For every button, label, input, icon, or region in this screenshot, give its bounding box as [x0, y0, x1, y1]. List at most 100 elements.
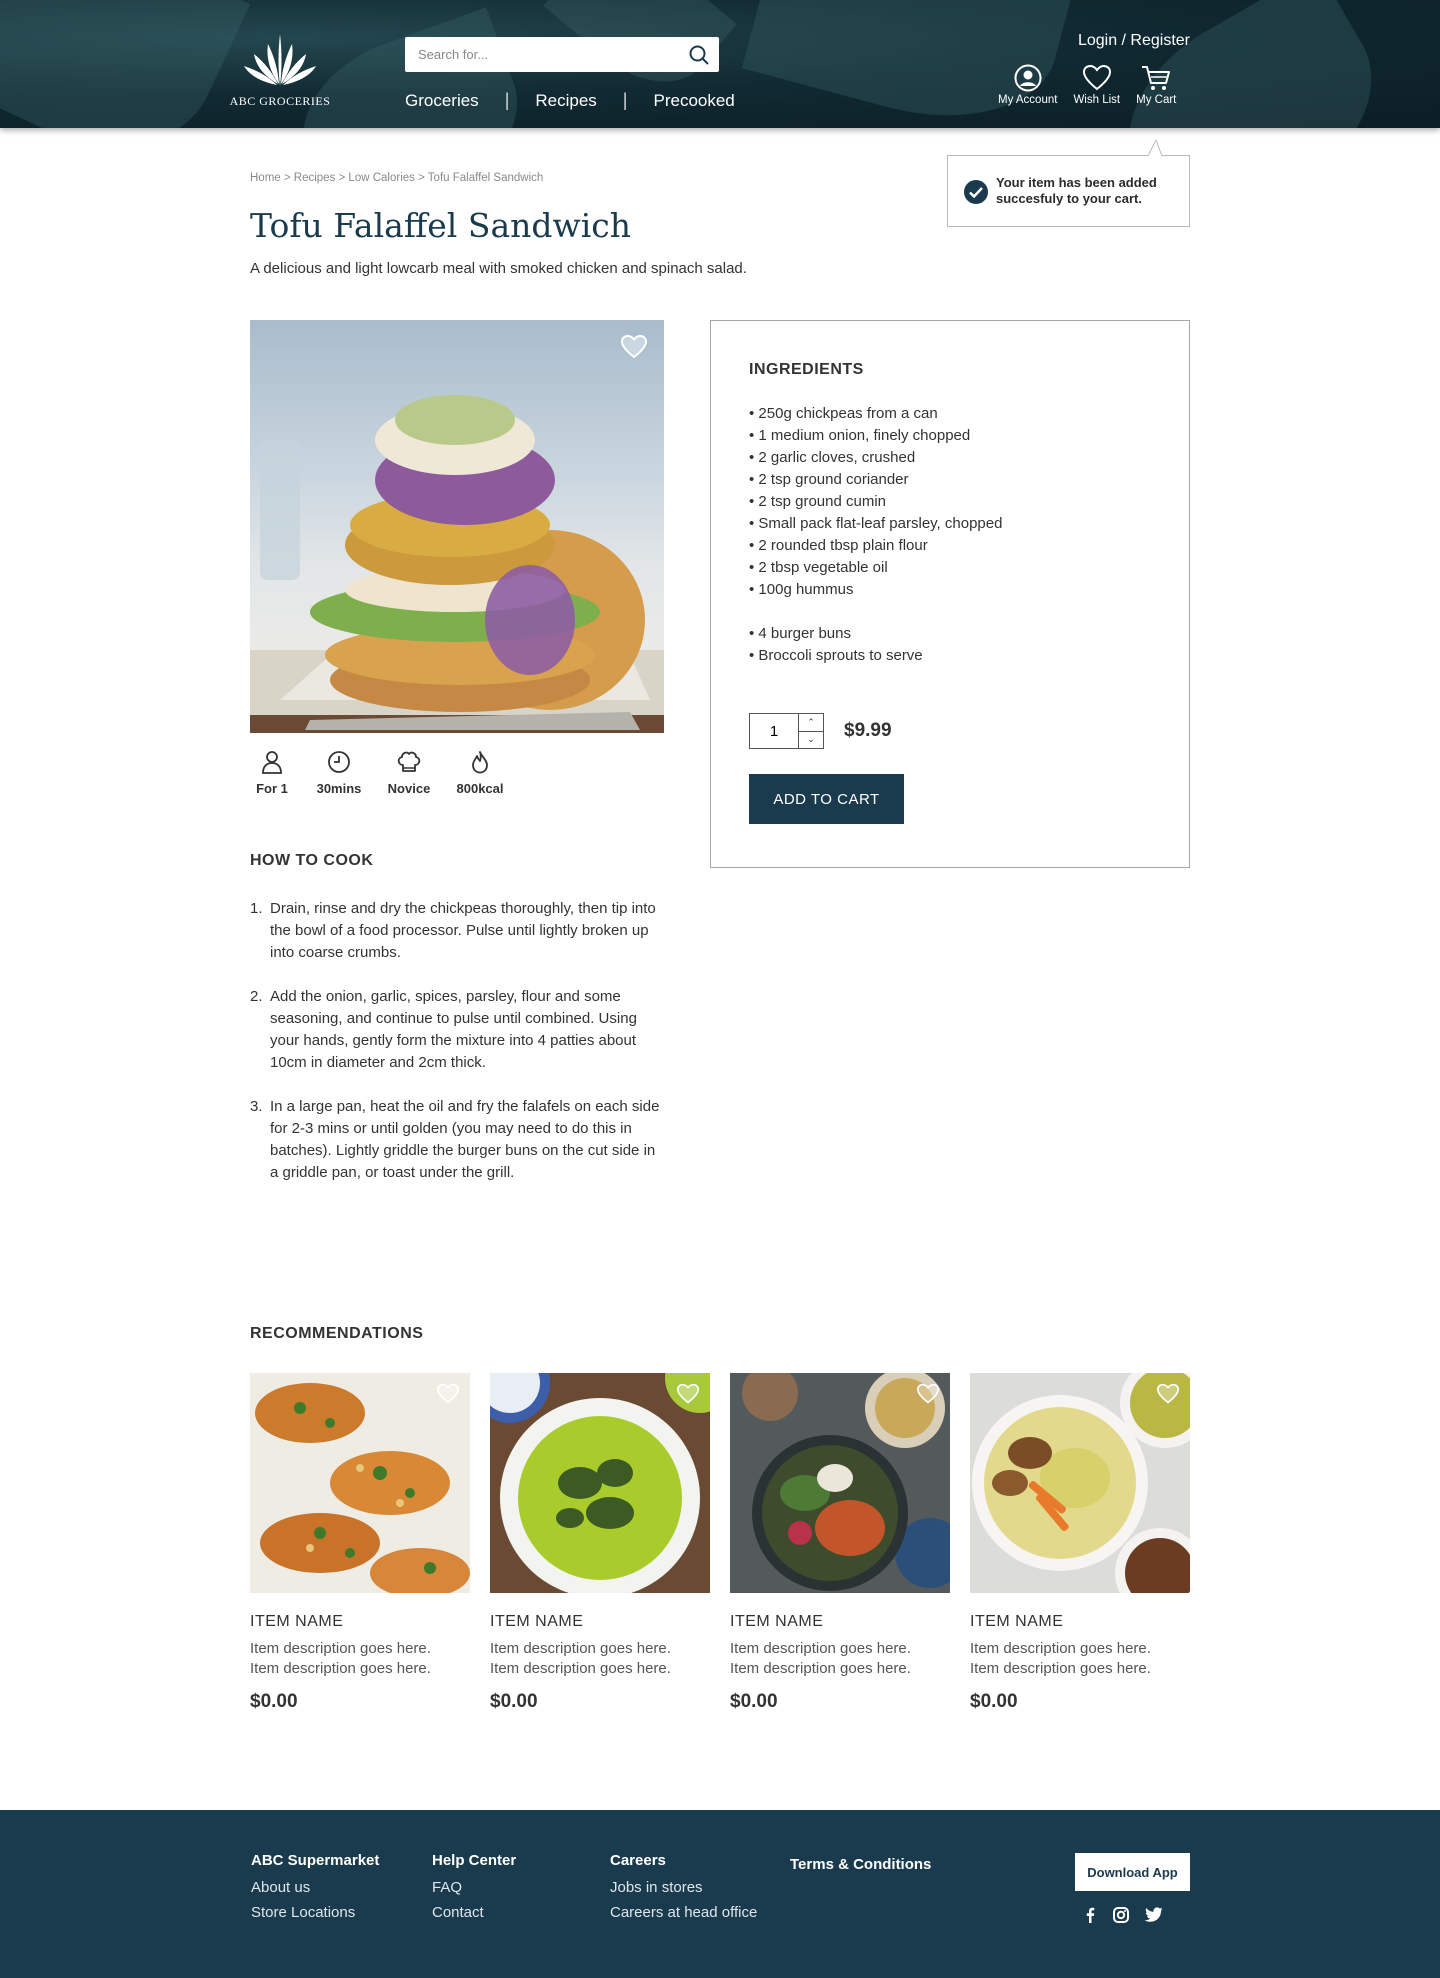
recipe-stats: For 1 30mins Novice 800kcal — [250, 750, 526, 796]
footer-column-careers: Careers Jobs in stores Careers at head o… — [610, 1852, 757, 1925]
site-header: ABC GROCERIES Groceries | Recipes | Prec… — [0, 0, 1440, 128]
ingredient-item: • 1 medium onion, finely chopped — [749, 427, 971, 444]
footer-link-store-locations[interactable]: Store Locations — [251, 1900, 379, 1925]
nav-divider: | — [622, 90, 628, 110]
login-register-link[interactable]: Login / Register — [1078, 32, 1190, 50]
add-to-cart-button[interactable]: ADD TO CART — [749, 774, 904, 824]
sweet-potato-illustration — [250, 1373, 470, 1593]
breadcrumb[interactable]: Home > Recipes > Low Calories > Tofu Fal… — [250, 172, 543, 184]
search-icon[interactable] — [688, 44, 710, 66]
item-description-line: Item description goes here. — [970, 1660, 1151, 1677]
cooking-steps: 1. Drain, rinse and dry the chickpeas th… — [250, 898, 660, 1206]
nav-recipes[interactable]: Recipes — [535, 91, 596, 111]
my-account-button[interactable]: My Account — [998, 64, 1057, 106]
chevron-down-icon[interactable]: ⌄ — [799, 732, 823, 749]
footer-link-careers-head-office[interactable]: Careers at head office — [610, 1900, 757, 1925]
recommendations-heading: RECOMMENDATIONS — [250, 1325, 424, 1342]
recommendation-card[interactable]: ITEM NAME Item description goes here. It… — [730, 1373, 950, 1713]
recommendation-image — [250, 1373, 470, 1593]
recommendation-image — [490, 1373, 710, 1593]
recipe-subtitle: A delicious and light lowcarb meal with … — [250, 260, 747, 277]
stat-servings: For 1 — [250, 750, 294, 796]
search-bar — [405, 37, 719, 72]
recommendation-image — [970, 1373, 1190, 1593]
toast-pointer — [1148, 140, 1163, 157]
recommendation-card[interactable]: ITEM NAME Item description goes here. It… — [970, 1373, 1190, 1713]
nav-precooked[interactable]: Precooked — [653, 91, 734, 111]
brand-logo[interactable]: ABC GROCERIES — [228, 30, 332, 109]
my-cart-label: My Cart — [1136, 94, 1177, 106]
item-name: ITEM NAME — [730, 1613, 824, 1630]
recommendations-grid: ITEM NAME Item description goes here. It… — [250, 1373, 1190, 1713]
item-price: $0.00 — [250, 1691, 298, 1712]
favorite-heart-icon[interactable] — [676, 1383, 700, 1405]
footer-link-about[interactable]: About us — [251, 1875, 379, 1900]
stat-calories-label: 800kcal — [456, 781, 504, 796]
recommendation-image — [730, 1373, 950, 1593]
item-description-line: Item description goes here. — [730, 1660, 911, 1677]
footer-heading: ABC Supermarket — [251, 1852, 380, 1869]
wish-list-button[interactable]: Wish List — [1073, 64, 1120, 106]
chevron-up-icon[interactable]: ⌃ — [799, 714, 823, 732]
step-number: 3. — [250, 1098, 263, 1115]
ingredient-item: • Small pack flat-leaf parsley, chopped — [749, 515, 1003, 532]
item-description-line: Item description goes here. — [250, 1660, 431, 1677]
noodle-bowl-illustration — [970, 1373, 1190, 1593]
ingredients-heading: INGREDIENTS — [749, 361, 864, 378]
item-name: ITEM NAME — [250, 1613, 344, 1630]
chef-hat-icon — [397, 751, 421, 772]
heart-icon — [1082, 64, 1111, 91]
item-name: ITEM NAME — [970, 1613, 1064, 1630]
item-description: Item description goes here. Item descrip… — [970, 1639, 1190, 1679]
step-text: Add the onion, garlic, spices, parsley, … — [270, 988, 637, 1071]
step-number: 2. — [250, 988, 263, 1005]
item-description-line: Item description goes here. — [730, 1640, 911, 1657]
leaf-logo-icon — [244, 34, 316, 86]
ingredient-item: • Broccoli sprouts to serve — [749, 647, 923, 664]
item-price: $0.00 — [970, 1691, 1018, 1712]
download-app-button[interactable]: Download App — [1075, 1853, 1190, 1891]
my-account-label: My Account — [998, 94, 1058, 106]
footer-link-contact[interactable]: Contact — [432, 1900, 516, 1925]
search-input[interactable] — [405, 37, 665, 72]
footer-link-terms[interactable]: Terms & Conditions — [790, 1852, 931, 1877]
twitter-icon[interactable] — [1144, 1907, 1163, 1928]
step-text: In a large pan, heat the oil and fry the… — [270, 1098, 660, 1181]
favorite-heart-icon[interactable] — [916, 1383, 940, 1405]
recommendation-card[interactable]: ITEM NAME Item description goes here. It… — [490, 1373, 710, 1713]
stat-time: 30mins — [314, 750, 364, 796]
instagram-icon[interactable] — [1113, 1907, 1129, 1928]
ingredients-list: • 250g chickpeas from a can • 1 medium o… — [749, 403, 1002, 667]
ingredient-item: • 2 tsp ground coriander — [749, 471, 909, 488]
wish-list-label: Wish List — [1073, 94, 1121, 106]
quantity-input[interactable] — [750, 714, 798, 748]
footer-link-faq[interactable]: FAQ — [432, 1875, 516, 1900]
favorite-heart-icon[interactable] — [620, 334, 648, 360]
nav-groceries[interactable]: Groceries — [405, 91, 479, 111]
item-description-line: Item description goes here. — [490, 1640, 671, 1657]
favorite-heart-icon[interactable] — [436, 1383, 460, 1405]
my-cart-button[interactable]: My Cart — [1136, 64, 1176, 106]
footer-heading: Help Center — [432, 1852, 517, 1869]
step-number: 1. — [250, 900, 263, 917]
site-footer: ABC Supermarket About us Store Locations… — [0, 1810, 1440, 1978]
stat-servings-label: For 1 — [256, 781, 288, 796]
social-links — [1083, 1907, 1179, 1928]
green-soup-illustration — [490, 1373, 710, 1593]
cooking-step: 1. Drain, rinse and dry the chickpeas th… — [250, 898, 660, 964]
stepper-arrows: ⌃ ⌄ — [798, 714, 823, 748]
ingredient-item: • 2 rounded tbsp plain flour — [749, 537, 928, 554]
cooking-step: 3. In a large pan, heat the oil and fry … — [250, 1096, 660, 1184]
recommendation-card[interactable]: ITEM NAME Item description goes here. It… — [250, 1373, 470, 1713]
footer-column-terms: Terms & Conditions — [790, 1852, 931, 1883]
page-title: Tofu Falaffel Sandwich — [250, 206, 632, 245]
account-icon — [1014, 64, 1042, 92]
footer-link-jobs-in-stores[interactable]: Jobs in stores — [610, 1875, 757, 1900]
item-description-line: Item description goes here. — [970, 1640, 1151, 1657]
facebook-icon[interactable] — [1083, 1907, 1097, 1928]
ingredient-item: • 250g chickpeas from a can — [749, 405, 938, 422]
ingredients-panel: INGREDIENTS • 250g chickpeas from a can … — [710, 320, 1190, 868]
main-nav: Groceries | Recipes | Precooked — [405, 90, 735, 111]
favorite-heart-icon[interactable] — [1156, 1383, 1180, 1405]
ingredient-item: • 4 burger buns — [749, 625, 851, 642]
